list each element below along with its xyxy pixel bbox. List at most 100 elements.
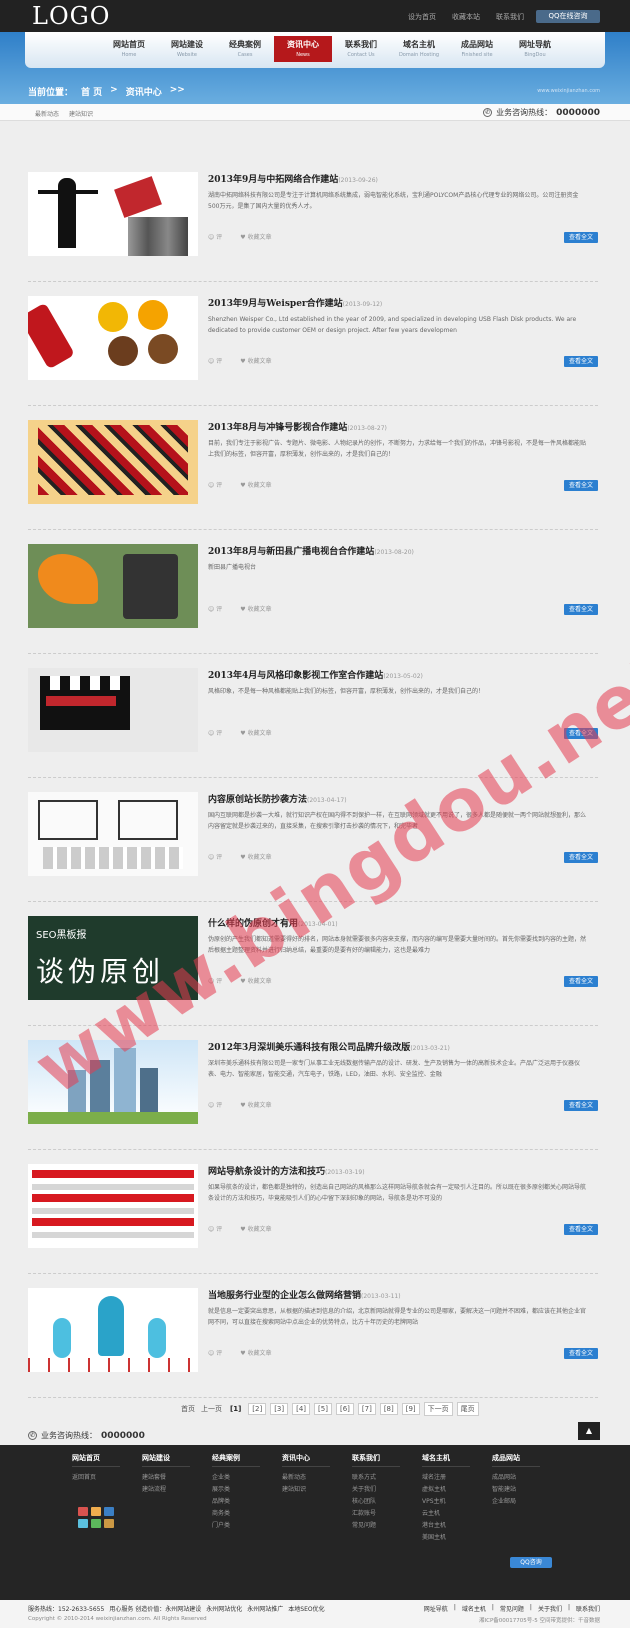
footer-link[interactable]: 联系我们 xyxy=(576,1604,600,1613)
comment-icon[interactable]: ☺ 评 xyxy=(208,1100,222,1109)
footer-column-link[interactable]: 品牌类 xyxy=(212,1496,282,1508)
footer-link[interactable]: 域名主机 xyxy=(462,1604,486,1613)
article-title[interactable]: 2013年8月与新田县广播电视台合作建站(2013-08-20) xyxy=(208,544,414,557)
article-thumbnail[interactable] xyxy=(28,172,198,256)
bookmark-link[interactable]: 收藏本站 xyxy=(452,12,480,22)
view-full-article-button[interactable]: 查看全文 xyxy=(564,480,598,491)
view-full-article-button[interactable]: 查看全文 xyxy=(564,976,598,987)
footer-column-link[interactable]: 企业类 xyxy=(212,1472,282,1484)
pagination-page[interactable]: [1] xyxy=(227,1404,244,1414)
footer-column-link[interactable]: 企业邮局 xyxy=(492,1496,562,1508)
nav-item[interactable]: 联系我们 Contact Us xyxy=(332,36,390,62)
qq-online-button[interactable]: QQ在线咨询 xyxy=(536,10,600,23)
comment-icon[interactable]: ☺ 评 xyxy=(208,852,222,861)
favorite-icon[interactable]: ♥ 收藏文章 xyxy=(240,1100,271,1109)
article-title[interactable]: 2012年3月深圳美乐通科技有限公司品牌升级改版(2013-03-21) xyxy=(208,1040,450,1053)
article-thumbnail[interactable] xyxy=(28,668,198,752)
article-title-text[interactable]: 网站导航条设计的方法和技巧 xyxy=(208,1167,325,1177)
douban-icon[interactable] xyxy=(91,1519,101,1528)
footer-link[interactable]: 常见问题 xyxy=(500,1604,524,1613)
back-to-top-button[interactable]: ▲ xyxy=(578,1422,600,1440)
article-title[interactable]: 内容原创站长防抄袭方法(2013-04-17) xyxy=(208,792,347,805)
favorite-icon[interactable]: ♥ 收藏文章 xyxy=(240,604,271,613)
pagination-page[interactable]: [4] xyxy=(292,1403,311,1415)
comment-icon[interactable]: ☺ 评 xyxy=(208,1348,222,1357)
article-title-text[interactable]: 2013年9月与Weisper合作建站 xyxy=(208,299,343,309)
subnav-site-knowledge[interactable]: 建站知识 xyxy=(69,109,93,118)
footer-column-link[interactable]: 联系方式 xyxy=(352,1472,422,1484)
article-thumbnail[interactable] xyxy=(28,792,198,876)
pagination-next[interactable]: 下一页 xyxy=(423,1402,453,1416)
favorite-icon[interactable]: ♥ 收藏文章 xyxy=(240,1224,271,1233)
footer-column-title[interactable]: 网站建设 xyxy=(142,1453,190,1467)
footer-column-title[interactable]: 经典案例 xyxy=(212,1453,260,1467)
nav-item[interactable]: 网站首页 Home xyxy=(100,36,158,62)
footer-column-link[interactable]: VPS主机 xyxy=(422,1496,492,1508)
nav-item[interactable]: 网址导航 BingDou xyxy=(506,36,564,62)
subnav-latest-news[interactable]: 最新动态 xyxy=(35,109,59,118)
footer-column-link[interactable]: 最新动态 xyxy=(282,1472,352,1484)
pagination-page[interactable]: [9] xyxy=(401,1403,420,1415)
view-full-article-button[interactable]: 查看全文 xyxy=(564,232,598,243)
favorite-icon[interactable]: ♥ 收藏文章 xyxy=(240,852,271,861)
article-title-text[interactable]: 2013年9月与中拓网络合作建站 xyxy=(208,175,338,185)
footer-column-link[interactable]: 美国主机 xyxy=(422,1532,492,1544)
weibo-icon[interactable] xyxy=(78,1507,88,1516)
view-full-article-button[interactable]: 查看全文 xyxy=(564,1224,598,1235)
article-title-text[interactable]: 2013年8月与新田县广播电视台合作建站 xyxy=(208,547,374,557)
footer-column-title[interactable]: 域名主机 xyxy=(422,1453,470,1467)
comment-icon[interactable]: ☺ 评 xyxy=(208,480,222,489)
footer-column-link[interactable]: 门户类 xyxy=(212,1520,282,1532)
pagination-page[interactable]: [7] xyxy=(357,1403,376,1415)
footer-column-link[interactable]: 常见问题 xyxy=(352,1520,422,1532)
nav-item[interactable]: 网站建设 Website xyxy=(158,36,216,62)
view-full-article-button[interactable]: 查看全文 xyxy=(564,1348,598,1359)
footer-column-link[interactable]: 域名注册 xyxy=(422,1472,492,1484)
nav-item[interactable]: 资讯中心 News xyxy=(274,36,332,62)
comment-icon[interactable]: ☺ 评 xyxy=(208,728,222,737)
article-thumbnail[interactable] xyxy=(28,1288,198,1372)
footer-qq-button[interactable]: QQ咨询 xyxy=(510,1557,552,1568)
article-title[interactable]: 当地服务行业型的企业怎么做网络营销(2013-03-11) xyxy=(208,1288,401,1301)
footer-column-link[interactable]: 展示类 xyxy=(212,1484,282,1496)
pagination-first[interactable]: 首页 xyxy=(180,1403,196,1415)
renren-icon[interactable] xyxy=(104,1507,114,1516)
article-thumbnail[interactable] xyxy=(28,296,198,380)
favorite-icon[interactable]: ♥ 收藏文章 xyxy=(240,480,271,489)
view-full-article-button[interactable]: 查看全文 xyxy=(564,604,598,615)
favorite-icon[interactable]: ♥ 收藏文章 xyxy=(240,232,271,241)
footer-link[interactable]: 关于我们 xyxy=(538,1604,562,1613)
footer-column-link[interactable]: 建站知识 xyxy=(282,1484,352,1496)
footer-column-title[interactable]: 资讯中心 xyxy=(282,1453,330,1467)
footer-column-link[interactable]: 汇款账号 xyxy=(352,1508,422,1520)
comment-icon[interactable]: ☺ 评 xyxy=(208,604,222,613)
qzone-icon[interactable] xyxy=(91,1507,101,1516)
view-full-article-button[interactable]: 查看全文 xyxy=(564,852,598,863)
pagination-page[interactable]: [2] xyxy=(248,1403,267,1415)
view-full-article-button[interactable]: 查看全文 xyxy=(564,1100,598,1111)
article-title[interactable]: 2013年9月与Weisper合作建站(2013-09-12) xyxy=(208,296,382,309)
nav-item[interactable]: 成品网站 Finished site xyxy=(448,36,506,62)
footer-column-link[interactable]: 虚拟主机 xyxy=(422,1484,492,1496)
footer-column-title[interactable]: 网站首页 xyxy=(72,1453,120,1467)
nav-item[interactable]: 经典案例 Cases xyxy=(216,36,274,62)
article-title-text[interactable]: 2012年3月深圳美乐通科技有限公司品牌升级改版 xyxy=(208,1043,410,1053)
footer-column-link[interactable]: 建站流程 xyxy=(142,1484,212,1496)
footer-column-link[interactable]: 返回首页 xyxy=(72,1472,142,1484)
pagination-page[interactable]: [8] xyxy=(379,1403,398,1415)
article-thumbnail[interactable] xyxy=(28,544,198,628)
footer-column-link[interactable]: 云主机 xyxy=(422,1508,492,1520)
article-title-text[interactable]: 当地服务行业型的企业怎么做网络营销 xyxy=(208,1291,361,1301)
footer-column-link[interactable]: 商务类 xyxy=(212,1508,282,1520)
copy-link[interactable]: 永州网站优化 xyxy=(206,1604,242,1613)
footer-column-link[interactable]: 智能建站 xyxy=(492,1484,562,1496)
comment-icon[interactable]: ☺ 评 xyxy=(208,356,222,365)
footer-link[interactable]: 网址导航 xyxy=(424,1604,448,1613)
comment-icon[interactable]: ☺ 评 xyxy=(208,1224,222,1233)
article-title-text[interactable]: 内容原创站长防抄袭方法 xyxy=(208,795,307,805)
favorite-icon[interactable]: ♥ 收藏文章 xyxy=(240,1348,271,1357)
set-homepage-link[interactable]: 设为首页 xyxy=(408,12,436,22)
article-title[interactable]: 2013年9月与中拓网络合作建站(2013-09-26) xyxy=(208,172,378,185)
site-logo[interactable]: LOGO xyxy=(32,2,110,30)
footer-column-link[interactable]: 核心团队 xyxy=(352,1496,422,1508)
